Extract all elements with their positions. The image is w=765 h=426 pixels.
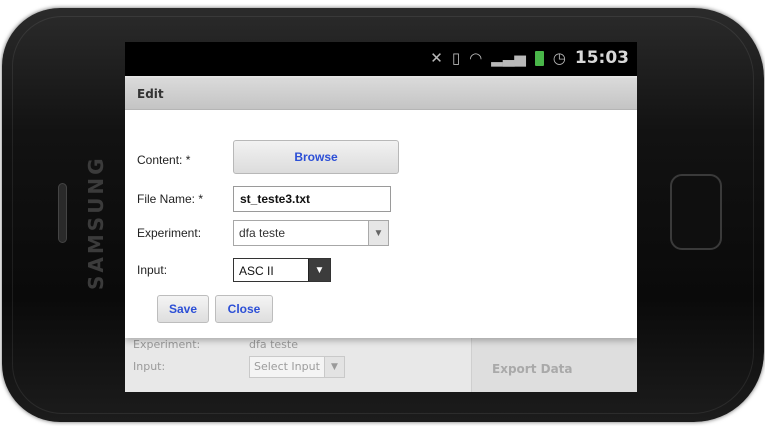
save-button[interactable]: Save xyxy=(157,295,209,323)
battery-icon xyxy=(534,50,544,66)
mute-icon: ✕ xyxy=(430,49,443,67)
home-button[interactable] xyxy=(670,174,722,250)
chevron-down-icon: ▼ xyxy=(368,221,388,245)
status-icons: ✕ ▯ ◠ ▂▃▅ ◷ 15:03 xyxy=(430,49,629,67)
chevron-down-icon: ▼ xyxy=(308,259,330,281)
chevron-down-icon: ▼ xyxy=(324,357,344,377)
input-select[interactable]: ASC II ▼ xyxy=(233,258,331,282)
edit-dialog: Edit Content: * Browse File Name: * st_t… xyxy=(125,78,637,338)
content-label: Content: * xyxy=(137,153,191,167)
status-time: 15:03 xyxy=(574,48,629,68)
signal-icon: ▂▃▅ xyxy=(491,49,526,67)
experiment-value: dfa teste xyxy=(239,226,286,240)
experiment-label: Experiment: xyxy=(137,226,202,240)
dialog-title: Edit xyxy=(137,87,164,101)
bg-experiment-value: dfa teste xyxy=(249,338,298,351)
export-data-panel[interactable]: Export Data xyxy=(471,338,637,392)
bg-experiment-label: Experiment: xyxy=(133,338,201,351)
file-name-field[interactable]: st_teste3.txt xyxy=(233,186,391,212)
dialog-header: Edit xyxy=(125,78,637,110)
bg-input-select[interactable]: Select Input ▼ xyxy=(249,356,345,378)
bg-input-label: Input: xyxy=(133,360,166,373)
bg-input-placeholder: Select Input xyxy=(254,360,320,373)
browse-button[interactable]: Browse xyxy=(233,140,399,174)
experiment-select[interactable]: dfa teste ▼ xyxy=(233,220,389,246)
vibrate-icon: ▯ xyxy=(451,49,461,67)
export-data-label: Export Data xyxy=(492,362,573,376)
earpiece xyxy=(58,183,67,243)
input-label: Input: xyxy=(137,263,168,277)
brand-logo: SAMSUNG xyxy=(84,155,108,290)
alarm-icon: ◷ xyxy=(552,49,566,67)
wifi-icon: ◠ xyxy=(469,49,483,67)
close-button[interactable]: Close xyxy=(215,295,273,323)
file-name-label: File Name: * xyxy=(137,192,204,206)
phone-screen: ✕ ▯ ◠ ▂▃▅ ◷ 15:03 Experiment: dfa teste … xyxy=(125,42,637,392)
status-bar: ✕ ▯ ◠ ▂▃▅ ◷ 15:03 xyxy=(125,42,637,76)
input-value: ASC II xyxy=(239,264,274,278)
